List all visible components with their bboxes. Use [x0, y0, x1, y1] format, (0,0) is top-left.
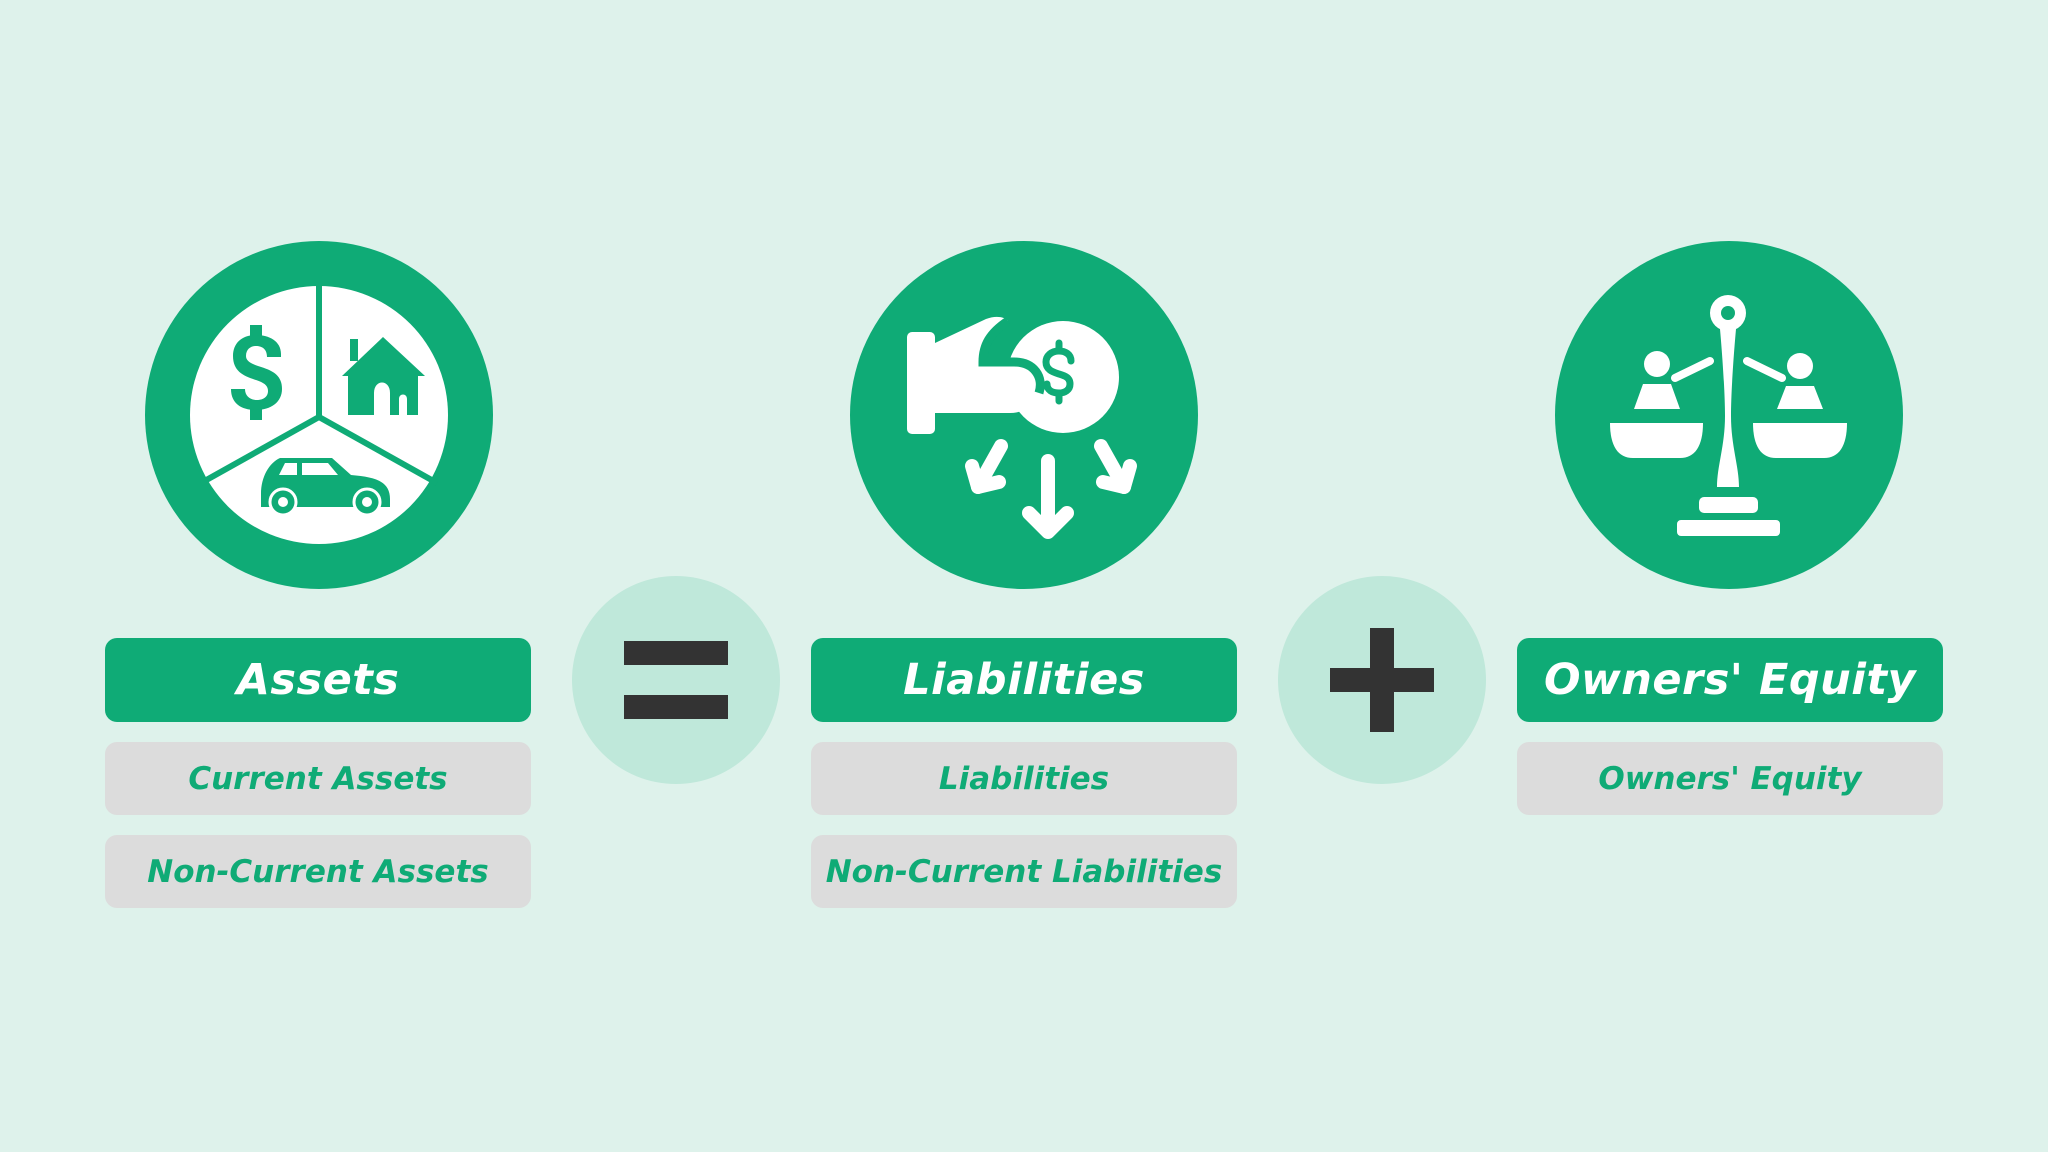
plus-operator: [1278, 576, 1486, 784]
equals-icon: [624, 641, 728, 719]
liabilities-icon: [850, 241, 1198, 589]
assets-icon: [145, 241, 493, 589]
assets-pie-icon: [145, 241, 493, 589]
owners-equity-title: Owners' Equity: [1517, 638, 1943, 722]
current-liabilities-item: Liabilities: [811, 742, 1237, 815]
balance-scale-people-icon: [1555, 241, 1903, 589]
equity-icon: [1555, 241, 1903, 589]
non-current-liabilities-item: Non-Current Liabilities: [811, 835, 1237, 908]
non-current-assets-item: Non-Current Assets: [105, 835, 531, 908]
plus-icon: [1330, 628, 1434, 732]
liabilities-column: Liabilities Liabilities Non-Current Liab…: [811, 638, 1237, 908]
current-assets-item: Current Assets: [105, 742, 531, 815]
owners-equity-item: Owners' Equity: [1517, 742, 1943, 815]
assets-column: Assets Current Assets Non-Current Assets: [105, 638, 531, 908]
liabilities-title: Liabilities: [811, 638, 1237, 722]
equity-column: Owners' Equity Owners' Equity: [1517, 638, 1943, 815]
hand-coin-outflow-icon: [850, 241, 1198, 589]
assets-title: Assets: [105, 638, 531, 722]
equals-operator: [572, 576, 780, 784]
